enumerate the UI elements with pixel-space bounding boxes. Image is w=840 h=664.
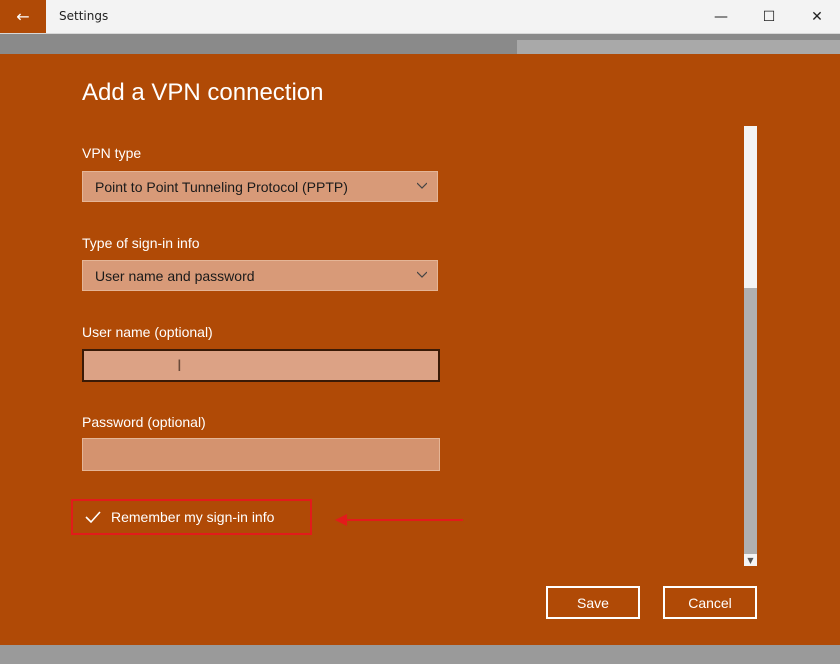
minimize-button[interactable]: —: [698, 0, 744, 33]
chevron-down-icon: [417, 271, 427, 278]
chevron-down-icon: [417, 182, 427, 189]
signin-type-select[interactable]: User name and password: [82, 260, 438, 291]
password-input[interactable]: [82, 438, 440, 471]
vpn-type-label: VPN type: [82, 145, 142, 161]
username-label: User name (optional): [82, 324, 213, 340]
vpn-type-select[interactable]: Point to Point Tunneling Protocol (PPTP): [82, 171, 438, 202]
save-button[interactable]: Save: [546, 586, 640, 619]
text-cursor-icon: I: [177, 356, 182, 375]
maximize-button[interactable]: ☐: [746, 0, 792, 33]
close-button[interactable]: ✕: [794, 0, 840, 33]
dialog-title: Add a VPN connection: [82, 79, 324, 106]
signin-type-value: User name and password: [95, 267, 255, 284]
close-icon: ✕: [811, 8, 823, 25]
username-input[interactable]: I: [82, 349, 440, 382]
vpn-type-value: Point to Point Tunneling Protocol (PPTP): [95, 178, 348, 195]
signin-type-label: Type of sign-in info: [82, 235, 200, 251]
settings-background-bottom: [0, 645, 840, 664]
password-label: Password (optional): [82, 414, 206, 430]
cancel-button[interactable]: Cancel: [663, 586, 757, 619]
vpn-dialog: Add a VPN connection VPN type Point to P…: [0, 54, 840, 645]
scrollbar-thumb[interactable]: [744, 288, 757, 566]
title-bar: ← Settings — ☐ ✕: [0, 0, 840, 34]
back-button[interactable]: ←: [0, 0, 46, 33]
remember-signin-checkbox[interactable]: Remember my sign-in info: [71, 499, 312, 535]
remember-signin-label: Remember my sign-in info: [111, 509, 275, 525]
checkmark-icon: [85, 511, 101, 524]
back-arrow-icon: ←: [16, 7, 30, 26]
scroll-down-icon[interactable]: ▼: [744, 554, 757, 566]
window-title: Settings: [59, 9, 109, 23]
maximize-icon: ☐: [762, 8, 776, 25]
annotation-arrow-icon: [335, 514, 463, 526]
minimize-icon: —: [714, 8, 728, 25]
